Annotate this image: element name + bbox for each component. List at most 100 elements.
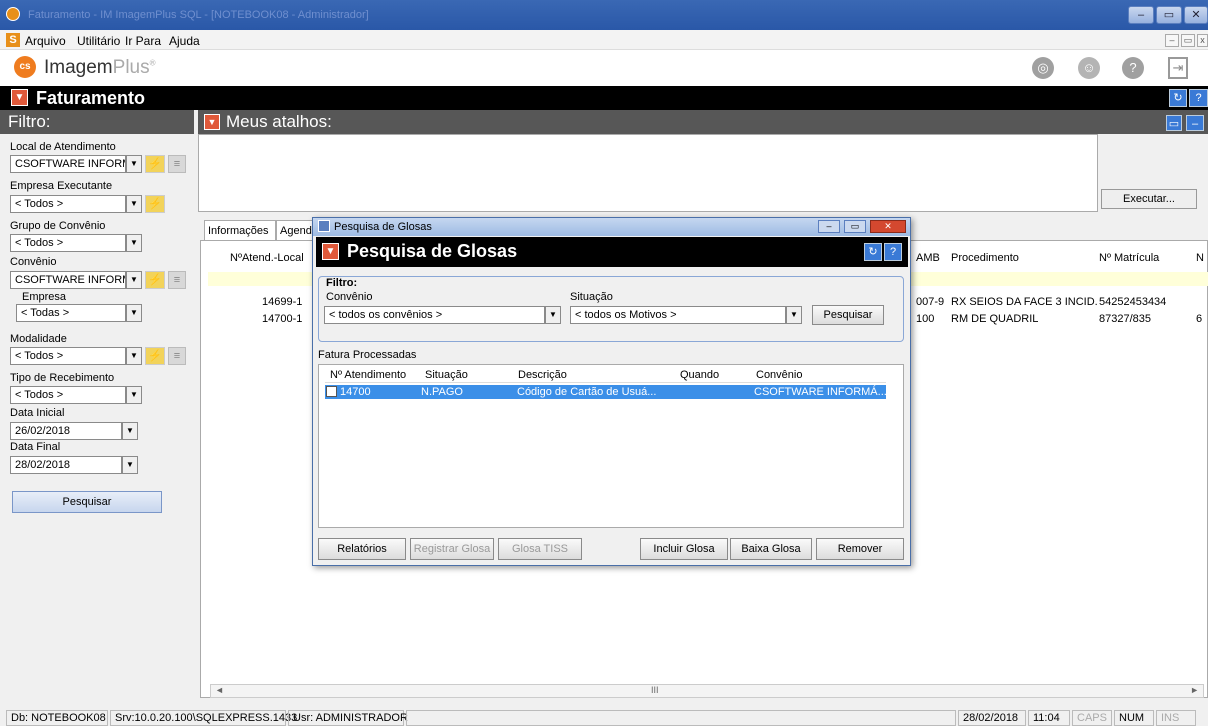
empresa-exec-select[interactable]: < Todos > xyxy=(10,195,126,213)
data-final-field[interactable]: 28/02/2018 xyxy=(10,456,122,474)
table-cell-atend[interactable]: 14699-1 xyxy=(262,296,302,308)
lightning-icon[interactable]: ⚡ xyxy=(145,347,165,365)
row-checkbox[interactable] xyxy=(326,386,337,397)
collapse-icon[interactable]: ▼ xyxy=(322,243,339,260)
empresa-select[interactable]: < Todas > xyxy=(16,304,126,322)
column-header-convenio[interactable]: Convênio xyxy=(756,369,802,381)
mdi-minimize-button[interactable]: – xyxy=(1165,34,1179,47)
relatorios-button[interactable]: Relatórios xyxy=(318,538,406,560)
chevron-down-icon[interactable]: ▼ xyxy=(786,306,802,324)
scroll-grip[interactable]: III xyxy=(651,685,659,695)
tipo-select[interactable]: < Todos > xyxy=(10,386,126,404)
exit-icon[interactable]: ⇥ xyxy=(1168,57,1188,79)
dialog-minimize-button[interactable]: – xyxy=(818,220,840,233)
execute-button[interactable]: Executar... xyxy=(1101,189,1197,209)
column-header-extra[interactable]: N xyxy=(1196,252,1204,264)
table-cell-convenio[interactable]: CSOFTWARE INFORMÁ... xyxy=(754,386,887,398)
menu-app-icon[interactable]: S xyxy=(6,33,20,47)
maximize-button[interactable]: ▭ xyxy=(1156,6,1182,24)
dialog-header-title: Pesquisa de Glosas xyxy=(347,241,518,261)
calendar-dropdown-icon[interactable]: ▼ xyxy=(122,456,138,474)
list-icon[interactable]: ≡ xyxy=(168,347,186,365)
data-inicial-field[interactable]: 26/02/2018 xyxy=(10,422,122,440)
column-header-matricula[interactable]: Nº Matrícula xyxy=(1099,252,1159,264)
menu-utilitario[interactable]: Utilitário xyxy=(77,34,120,48)
column-header-atendimento[interactable]: Nº Atendimento xyxy=(330,369,406,381)
chevron-down-icon[interactable]: ▼ xyxy=(126,195,142,213)
status-server: Srv:10.0.20.100\SQLEXPRESS.1433 xyxy=(110,710,297,726)
mdi-restore-button[interactable]: ▭ xyxy=(1181,34,1195,47)
collapse-icon[interactable]: ▼ xyxy=(204,114,220,130)
dialog-convenio-select[interactable]: < todos os convênios > xyxy=(324,306,545,324)
convenio-select[interactable]: CSOFTWARE INFORMÁ xyxy=(10,271,126,289)
registrar-glosa-button[interactable]: Registrar Glosa xyxy=(410,538,494,560)
table-cell-atend[interactable]: 14700-1 xyxy=(262,313,302,325)
refresh-icon[interactable]: ↻ xyxy=(1169,89,1187,107)
dialog-close-button[interactable]: ✕ xyxy=(870,220,906,233)
list-icon[interactable]: ≡ xyxy=(168,155,186,173)
column-header-amb[interactable]: AMB xyxy=(916,252,942,264)
menu-ir-para[interactable]: Ir Para xyxy=(125,34,161,48)
dialog-search-button[interactable]: Pesquisar xyxy=(812,305,884,325)
local-select[interactable]: CSOFTWARE INFORMÁ xyxy=(10,155,126,173)
calendar-dropdown-icon[interactable]: ▼ xyxy=(122,422,138,440)
app-icon xyxy=(6,7,20,21)
column-header-situacao[interactable]: Situação xyxy=(425,369,468,381)
chevron-down-icon[interactable]: ▼ xyxy=(126,155,142,173)
table-cell-amb[interactable]: 100 xyxy=(916,313,934,325)
baixa-glosa-button[interactable]: Baixa Glosa xyxy=(730,538,812,560)
incluir-glosa-button[interactable]: Incluir Glosa xyxy=(640,538,728,560)
column-header-atend[interactable]: NºAtend.-Local xyxy=(230,252,304,264)
minimize-button[interactable]: – xyxy=(1128,6,1154,24)
modalidade-select[interactable]: < Todos > xyxy=(10,347,126,365)
lightning-icon[interactable]: ⚡ xyxy=(145,271,165,289)
menu-ajuda[interactable]: Ajuda xyxy=(169,34,200,48)
brand-bar xyxy=(0,50,1208,86)
help-button[interactable]: ? xyxy=(884,243,902,261)
help-button[interactable]: ? xyxy=(1189,89,1208,107)
list-icon[interactable]: ≡ xyxy=(168,271,186,289)
data-inicial-label: Data Inicial xyxy=(10,407,65,419)
grupo-select[interactable]: < Todos > xyxy=(10,234,126,252)
menu-arquivo[interactable]: Arquivo xyxy=(25,34,66,48)
table-cell-extra[interactable]: 6 xyxy=(1196,313,1202,325)
table-cell-matricula[interactable]: 54252453434 xyxy=(1099,296,1166,308)
window-icon[interactable]: ▭ xyxy=(1166,115,1182,131)
search-button[interactable]: Pesquisar xyxy=(12,491,162,513)
collapse-icon[interactable]: ▼ xyxy=(11,89,28,106)
dialog-situacao-select[interactable]: < todos os Motivos > xyxy=(570,306,786,324)
user-support-icon[interactable]: ☺ xyxy=(1078,57,1100,79)
table-cell-amb[interactable]: 007-9 xyxy=(916,296,944,308)
help-icon[interactable]: ? xyxy=(1122,57,1144,79)
table-cell-situacao[interactable]: N.PAGO xyxy=(421,386,463,398)
table-cell-procedimento[interactable]: RX SEIOS DA FACE 3 INCID. xyxy=(951,296,1098,308)
close-button[interactable]: ✕ xyxy=(1184,6,1208,24)
refresh-icon[interactable]: ↻ xyxy=(864,243,882,261)
chevron-down-icon[interactable]: ▼ xyxy=(545,306,561,324)
table-cell-procedimento[interactable]: RM DE QUADRIL xyxy=(951,313,1038,325)
column-header-descricao[interactable]: Descrição xyxy=(518,369,567,381)
column-header-quando[interactable]: Quando xyxy=(680,369,719,381)
tab-informacoes[interactable]: Informações xyxy=(204,220,276,240)
table-cell-descricao[interactable]: Código de Cartão de Usuá... xyxy=(517,386,656,398)
section-title: Faturamento xyxy=(36,88,146,108)
minimize-panel-icon[interactable]: – xyxy=(1186,115,1204,131)
horizontal-scrollbar[interactable]: ◄ III ► xyxy=(210,684,1204,698)
chevron-down-icon[interactable]: ▼ xyxy=(126,271,142,289)
mdi-close-button[interactable]: x xyxy=(1197,34,1208,47)
lightning-icon[interactable]: ⚡ xyxy=(145,195,165,213)
remover-button[interactable]: Remover xyxy=(816,538,904,560)
grupo-label: Grupo de Convênio xyxy=(10,220,106,232)
lightning-icon[interactable]: ⚡ xyxy=(145,155,165,173)
table-cell-matricula[interactable]: 87327/835 xyxy=(1099,313,1151,325)
glosa-tiss-button[interactable]: Glosa TISS xyxy=(498,538,582,560)
tab-agenda[interactable]: Agenda xyxy=(276,220,314,240)
chevron-down-icon[interactable]: ▼ xyxy=(126,304,142,322)
chevron-down-icon[interactable]: ▼ xyxy=(126,386,142,404)
chevron-down-icon[interactable]: ▼ xyxy=(126,234,142,252)
column-header-procedimento[interactable]: Procedimento xyxy=(951,252,1019,264)
globe-icon[interactable]: ◎ xyxy=(1032,57,1054,79)
table-cell-atendimento[interactable]: 14700 xyxy=(340,386,371,398)
chevron-down-icon[interactable]: ▼ xyxy=(126,347,142,365)
dialog-maximize-button[interactable]: ▭ xyxy=(844,220,866,233)
